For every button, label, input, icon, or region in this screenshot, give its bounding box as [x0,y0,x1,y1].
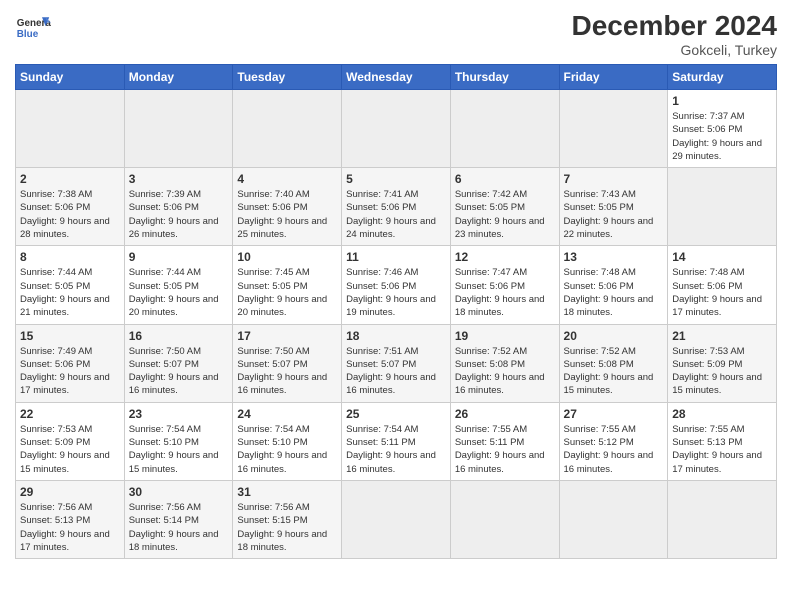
page-container: General Blue December 2024 Gokceli, Turk… [0,0,792,569]
table-row: 22Sunrise: 7:53 AMSunset: 5:09 PMDayligh… [16,402,125,480]
table-row: 16Sunrise: 7:50 AMSunset: 5:07 PMDayligh… [124,324,233,402]
table-row [342,480,451,558]
table-row [668,480,777,558]
table-row: 28Sunrise: 7:55 AMSunset: 5:13 PMDayligh… [668,402,777,480]
table-row [450,480,559,558]
table-row: 25Sunrise: 7:54 AMSunset: 5:11 PMDayligh… [342,402,451,480]
header-row: Sunday Monday Tuesday Wednesday Thursday… [16,65,777,90]
table-row: 5Sunrise: 7:41 AMSunset: 5:06 PMDaylight… [342,168,451,246]
table-row: 14Sunrise: 7:48 AMSunset: 5:06 PMDayligh… [668,246,777,324]
col-tuesday: Tuesday [233,65,342,90]
logo-icon: General Blue [15,10,51,46]
table-row: 7Sunrise: 7:43 AMSunset: 5:05 PMDaylight… [559,168,668,246]
table-row: 27Sunrise: 7:55 AMSunset: 5:12 PMDayligh… [559,402,668,480]
col-thursday: Thursday [450,65,559,90]
col-wednesday: Wednesday [342,65,451,90]
table-row: 19Sunrise: 7:52 AMSunset: 5:08 PMDayligh… [450,324,559,402]
table-row: 1Sunrise: 7:37 AMSunset: 5:06 PMDaylight… [668,90,777,168]
table-row: 29Sunrise: 7:56 AMSunset: 5:13 PMDayligh… [16,480,125,558]
header: General Blue December 2024 Gokceli, Turk… [15,10,777,58]
title-block: December 2024 Gokceli, Turkey [572,10,777,58]
table-row: 11Sunrise: 7:46 AMSunset: 5:06 PMDayligh… [342,246,451,324]
table-row: 8Sunrise: 7:44 AMSunset: 5:05 PMDaylight… [16,246,125,324]
table-row: 6Sunrise: 7:42 AMSunset: 5:05 PMDaylight… [450,168,559,246]
table-row: 13Sunrise: 7:48 AMSunset: 5:06 PMDayligh… [559,246,668,324]
table-row: 4Sunrise: 7:40 AMSunset: 5:06 PMDaylight… [233,168,342,246]
table-row [668,168,777,246]
location: Gokceli, Turkey [572,42,777,58]
logo: General Blue [15,10,51,46]
table-row [450,90,559,168]
col-monday: Monday [124,65,233,90]
col-sunday: Sunday [16,65,125,90]
table-row: 23Sunrise: 7:54 AMSunset: 5:10 PMDayligh… [124,402,233,480]
table-row: 15Sunrise: 7:49 AMSunset: 5:06 PMDayligh… [16,324,125,402]
table-row [342,90,451,168]
table-row: 30Sunrise: 7:56 AMSunset: 5:14 PMDayligh… [124,480,233,558]
table-row: 17Sunrise: 7:50 AMSunset: 5:07 PMDayligh… [233,324,342,402]
svg-text:Blue: Blue [17,29,39,40]
table-row [559,480,668,558]
col-saturday: Saturday [668,65,777,90]
calendar-table: Sunday Monday Tuesday Wednesday Thursday… [15,64,777,559]
table-row: 24Sunrise: 7:54 AMSunset: 5:10 PMDayligh… [233,402,342,480]
table-row: 18Sunrise: 7:51 AMSunset: 5:07 PMDayligh… [342,324,451,402]
table-row: 12Sunrise: 7:47 AMSunset: 5:06 PMDayligh… [450,246,559,324]
table-row [16,90,125,168]
table-row: 9Sunrise: 7:44 AMSunset: 5:05 PMDaylight… [124,246,233,324]
table-row [233,90,342,168]
table-row: 31Sunrise: 7:56 AMSunset: 5:15 PMDayligh… [233,480,342,558]
table-row: 26Sunrise: 7:55 AMSunset: 5:11 PMDayligh… [450,402,559,480]
table-row: 3Sunrise: 7:39 AMSunset: 5:06 PMDaylight… [124,168,233,246]
month-title: December 2024 [572,10,777,42]
table-row: 10Sunrise: 7:45 AMSunset: 5:05 PMDayligh… [233,246,342,324]
table-row: 21Sunrise: 7:53 AMSunset: 5:09 PMDayligh… [668,324,777,402]
table-row: 20Sunrise: 7:52 AMSunset: 5:08 PMDayligh… [559,324,668,402]
col-friday: Friday [559,65,668,90]
table-row [559,90,668,168]
table-row: 2Sunrise: 7:38 AMSunset: 5:06 PMDaylight… [16,168,125,246]
table-row [124,90,233,168]
